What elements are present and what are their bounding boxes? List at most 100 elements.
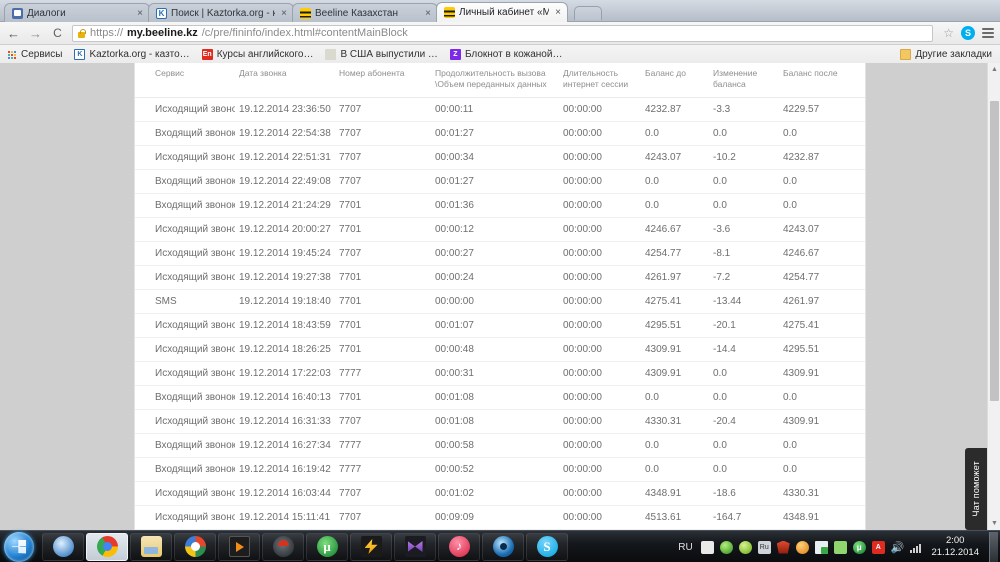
cell-service: Входящий звонок [135, 385, 235, 411]
tab-title: Диалоги [27, 7, 66, 19]
back-icon[interactable]: ← [6, 27, 21, 40]
taskbar-item-picasa[interactable] [174, 532, 216, 561]
new-tab-button[interactable] [574, 6, 602, 20]
taskbar-item-file-explorer[interactable] [130, 532, 172, 561]
cell-balance-change: -14.4 [709, 337, 779, 363]
browser-tab-1[interactable]: K Поиск | Kaztorka.org - ка… × [148, 3, 294, 22]
language-indicator[interactable]: RU [678, 542, 692, 553]
taskbar-item-windows-media-player[interactable] [42, 532, 84, 561]
column-header-balance-before[interactable]: Баланс до [641, 63, 709, 99]
pdf-icon[interactable]: A [871, 540, 885, 554]
cell-balance-after: 4348.91 [779, 505, 865, 530]
other-bookmarks-button[interactable]: Другие закладки [900, 48, 992, 60]
skype-extension-icon[interactable]: S [961, 26, 975, 40]
cell-balance-before: 4348.91 [641, 481, 709, 507]
cell-session: 00:00:00 [559, 289, 641, 315]
taskbar-item-utorrent[interactable]: μ [306, 532, 348, 561]
browser-tab-3[interactable]: Личный кабинет «Мой Б × [436, 2, 568, 22]
table-row: Входящий звонок 19.12.2014 16:27:34 7777 00… [135, 433, 865, 459]
column-header-balance-after[interactable]: Баланс после [779, 63, 865, 99]
cell-balance-change: 0.0 [709, 385, 779, 411]
tab-close-icon[interactable]: × [279, 8, 287, 19]
z-icon: Z [449, 48, 461, 60]
cell-call-date: 19.12.2014 19:45:24 [235, 241, 335, 267]
forward-icon[interactable]: → [28, 27, 43, 40]
bookmark-kaztorka[interactable]: K Kaztorka.org - казто… [74, 48, 190, 60]
cell-duration: 00:00:58 [431, 433, 559, 459]
picasa-icon [184, 536, 206, 557]
shield-icon[interactable] [776, 540, 790, 554]
chrome-menu-icon[interactable] [982, 28, 994, 38]
page-viewport: Сервис Дата звонка Номер абонента Продол… [0, 63, 1000, 530]
column-header-balance-change[interactable]: Изменение баланса [709, 63, 779, 99]
table-row: Исходящий звонок 19.12.2014 15:11:41 7707 0… [135, 505, 865, 530]
browser-toolbar: ← → C https://my.beeline.kz/c/pre/fininf… [0, 22, 1000, 45]
cell-duration: 00:00:27 [431, 241, 559, 267]
cell-session: 00:00:00 [559, 433, 641, 459]
cell-subscriber: 7701 [335, 289, 431, 315]
taskbar-item-media-player[interactable] [218, 532, 260, 561]
orange-circle-icon[interactable] [795, 540, 809, 554]
cell-duration: 00:00:11 [431, 97, 559, 123]
tab-close-icon[interactable]: × [553, 7, 561, 18]
en-icon: En [201, 48, 213, 60]
taskbar-item-google-chrome[interactable] [86, 532, 128, 561]
taskbar-item-blue-app[interactable] [482, 532, 524, 561]
bookmark-services[interactable]: Сервисы [6, 49, 62, 60]
battery-icon[interactable] [700, 540, 714, 554]
cell-call-date: 19.12.2014 22:51:31 [235, 145, 335, 171]
cell-balance-after: 0.0 [779, 457, 865, 483]
bookmark-notebook[interactable]: Z Блокнот в кожаной… [449, 48, 563, 60]
bookmark-label: Блокнот в кожаной… [464, 48, 563, 60]
tab-close-icon[interactable]: × [135, 8, 143, 19]
bookmark-english-courses[interactable]: En Курсы английского… [201, 48, 313, 60]
cell-balance-before: 0.0 [641, 193, 709, 219]
green-circle-icon[interactable] [719, 540, 733, 554]
cell-session: 00:00:00 [559, 265, 641, 291]
column-header-call-date[interactable]: Дата звонка [235, 63, 335, 99]
tab-close-icon[interactable]: × [423, 8, 431, 19]
chat-help-widget[interactable]: Чат поможет [965, 448, 987, 530]
browser-tab-2[interactable]: Beeline Казахстан × [292, 3, 438, 22]
column-header-service[interactable]: Сервис [135, 63, 235, 99]
cell-subscriber: 7707 [335, 169, 431, 195]
ru-layout-icon[interactable]: Ru [757, 540, 771, 554]
network-signal-icon[interactable] [910, 542, 922, 553]
browser-tab-0[interactable]: Диалоги × [4, 3, 150, 22]
taskbar-item-km-player[interactable] [394, 532, 436, 561]
cell-session: 00:00:00 [559, 121, 641, 147]
url-path: /c/pre/fininfo/index.html#contentMainBlo… [201, 27, 408, 39]
bookmark-usa-news[interactable]: В США выпустили … [325, 48, 438, 60]
taskbar-item-itunes[interactable] [438, 532, 480, 561]
cell-balance-before: 0.0 [641, 385, 709, 411]
bookmark-label: В США выпустили … [340, 48, 438, 60]
clock[interactable]: 2:00 21.12.2014 [927, 535, 983, 559]
green-check-icon[interactable] [738, 540, 752, 554]
show-desktop-button[interactable] [989, 532, 998, 562]
taskbar-item-amd-catalyst[interactable] [262, 532, 304, 561]
itunes-icon [448, 536, 470, 557]
cell-service: Исходящий звонок [135, 97, 235, 123]
bookmark-star-icon[interactable]: ☆ [943, 26, 954, 40]
column-header-session[interactable]: Длительность интернет сессии [559, 63, 641, 99]
cell-subscriber: 7707 [335, 409, 431, 435]
cell-session: 00:00:00 [559, 457, 641, 483]
scroll-down-icon[interactable]: ▼ [988, 517, 1000, 530]
column-header-duration[interactable]: Продолжительность вызова \Объем переданн… [431, 63, 559, 99]
address-bar[interactable]: https://my.beeline.kz/c/pre/fininfo/inde… [72, 24, 934, 42]
cell-call-date: 19.12.2014 16:27:34 [235, 433, 335, 459]
document-sync-icon[interactable] [814, 540, 828, 554]
scrollbar-thumb[interactable] [990, 101, 999, 401]
cell-subscriber: 7707 [335, 97, 431, 123]
page-scrollbar-vertical[interactable]: ▲ ▼ [987, 63, 1000, 530]
column-header-subscriber[interactable]: Номер абонента [335, 63, 431, 99]
utorrent-tray-icon[interactable]: μ [852, 540, 866, 554]
volume-icon[interactable]: 🔊 [891, 541, 905, 554]
scroll-up-icon[interactable]: ▲ [988, 63, 1000, 76]
mail-icon[interactable] [833, 540, 847, 554]
cell-call-date: 19.12.2014 22:49:08 [235, 169, 335, 195]
start-button[interactable] [4, 531, 34, 562]
taskbar-item-skype[interactable]: S [526, 532, 568, 561]
taskbar-item-winamp[interactable] [350, 532, 392, 561]
reload-icon[interactable]: C [50, 27, 65, 39]
